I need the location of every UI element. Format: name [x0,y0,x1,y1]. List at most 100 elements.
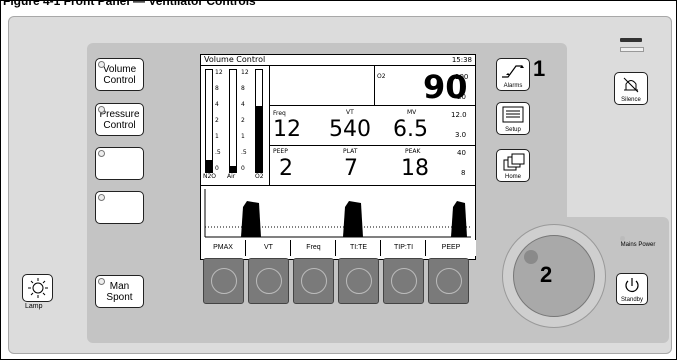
o2-low-limit: 20 [457,93,466,101]
knob-ring [391,268,417,294]
knob-ring [301,268,327,294]
power-icon [625,278,639,292]
mv-label: MV [407,109,417,116]
volume-control-led [98,61,105,68]
silence-label: Silence [621,97,641,103]
standby-button[interactable]: Standby [616,273,648,305]
man-spont-label-line2: Spont [106,291,133,303]
flow-scale-tick: .5 [215,149,221,156]
freq-label: Freq [273,110,286,117]
pressure-control-label-line1: Pressure [99,108,140,120]
callout-2: 2 [540,262,553,287]
o2-bar [255,69,263,173]
flow-label-air: Air [227,173,236,180]
softkey-label-peep: PEEP [425,240,476,256]
air-bar-fill [230,166,236,172]
o2-box-divider [374,65,375,105]
title-divider [201,65,475,66]
plat-label: PLAT [343,148,358,155]
row-divider-3 [201,185,475,186]
alarms-icon [502,65,524,78]
softkey-label-pmax: PMAX [201,240,245,256]
figure-caption: Figure 4-1 Front Panel — Ventilator Cont… [3,0,256,8]
flow-scale-tick: 8 [215,85,219,92]
bell-muted-icon [623,77,639,93]
control-wheel-grip [524,250,538,264]
flow-scale-tick: 8 [241,85,245,92]
pressure-control-led [98,106,105,113]
flow-scale-tick: 0 [215,165,219,172]
setup-button[interactable]: Setup [496,102,530,135]
mv-value: 6.5 [393,117,428,142]
flowmeter-divider [269,65,270,185]
alarms-button[interactable]: Alarms [496,58,530,91]
volume-control-label-line2: Control [103,74,136,86]
softkey-label-ti-te: TI:TE [335,240,381,256]
n2o-bar [205,69,213,173]
peep-label: PEEP [273,148,288,155]
home-label: Home [504,174,521,180]
quickset-knob-ti-te[interactable] [338,258,379,304]
pressure-waveform [204,189,471,238]
mode-button-4-led [98,194,105,201]
vt-value: 540 [329,117,371,142]
screen-title: Volume Control [204,55,266,64]
o2-bar-fill [256,106,262,172]
pressure-control-button[interactable]: Pressure Control [95,103,144,136]
man-spont-button[interactable]: Man Spont [95,275,144,308]
peak-label: PEAK [405,148,421,155]
row-divider-2 [269,145,475,146]
silence-button[interactable]: Silence [614,72,648,105]
volume-control-button[interactable]: Volume Control [95,58,144,91]
n2o-bar-fill [206,160,212,172]
flow-scale-tick: 4 [215,101,219,108]
man-spont-led [98,278,105,285]
knob-ring [436,268,462,294]
peak-value: 18 [401,156,429,181]
plat-value: 7 [344,156,358,181]
lamp-label: Lamp [25,303,43,310]
softkey-label-tip-ti: TIP:TI [380,240,426,256]
flow-scale-tick: 1 [215,133,219,140]
knob-ring [346,268,372,294]
quickset-knob-vt[interactable] [248,258,289,304]
flow-scale-tick: 2 [215,117,219,124]
peep-value: 2 [279,156,293,181]
pressure-control-label-line2: Control [103,119,136,131]
quickset-knob-tip-ti[interactable] [383,258,424,304]
control-wheel[interactable] [502,224,606,328]
peak-low-limit: 8 [461,169,466,177]
mode-button-3-led [98,150,105,157]
softkey-label-freq: Freq [290,240,336,256]
softkey-label-vt: VT [245,240,291,256]
knob-ring [256,268,282,294]
status-indicator-bar-off [620,47,644,52]
control-wheel-inner [513,235,595,317]
screen-time: 15:38 [451,56,472,64]
o2-high-limit: 100 [455,73,469,81]
setup-icon [502,106,524,123]
mv-low-limit: 3.0 [455,131,467,139]
status-indicator-bar [620,38,642,42]
flow-scale-tick: 2 [241,117,245,124]
quickset-knob-pmax[interactable] [203,258,244,304]
flow-scale-tick: 12 [241,69,249,76]
flow-scale-tick: .5 [241,149,247,156]
lamp-button[interactable] [22,274,53,302]
o2-label: O2 [377,73,386,80]
ventilator-display: Volume Control 15:38 N2O Air O2 O2 90 10… [200,54,476,260]
lamp-icon [28,278,48,298]
freq-value: 12 [273,117,301,142]
man-spont-label-line1: Man [109,280,130,292]
mode-button-4[interactable] [95,191,144,224]
mains-power-led [620,236,625,241]
mode-button-3[interactable] [95,147,144,180]
quickset-knob-peep[interactable] [428,258,469,304]
mains-power-indicator: Mains Power [620,242,656,248]
home-button[interactable]: Home [496,149,530,182]
flow-label-o2: O2 [255,173,264,180]
home-icon [503,153,525,171]
peak-high-limit: 40 [457,149,466,157]
flow-scale-tick: 1 [241,133,245,140]
quickset-knob-freq[interactable] [293,258,334,304]
